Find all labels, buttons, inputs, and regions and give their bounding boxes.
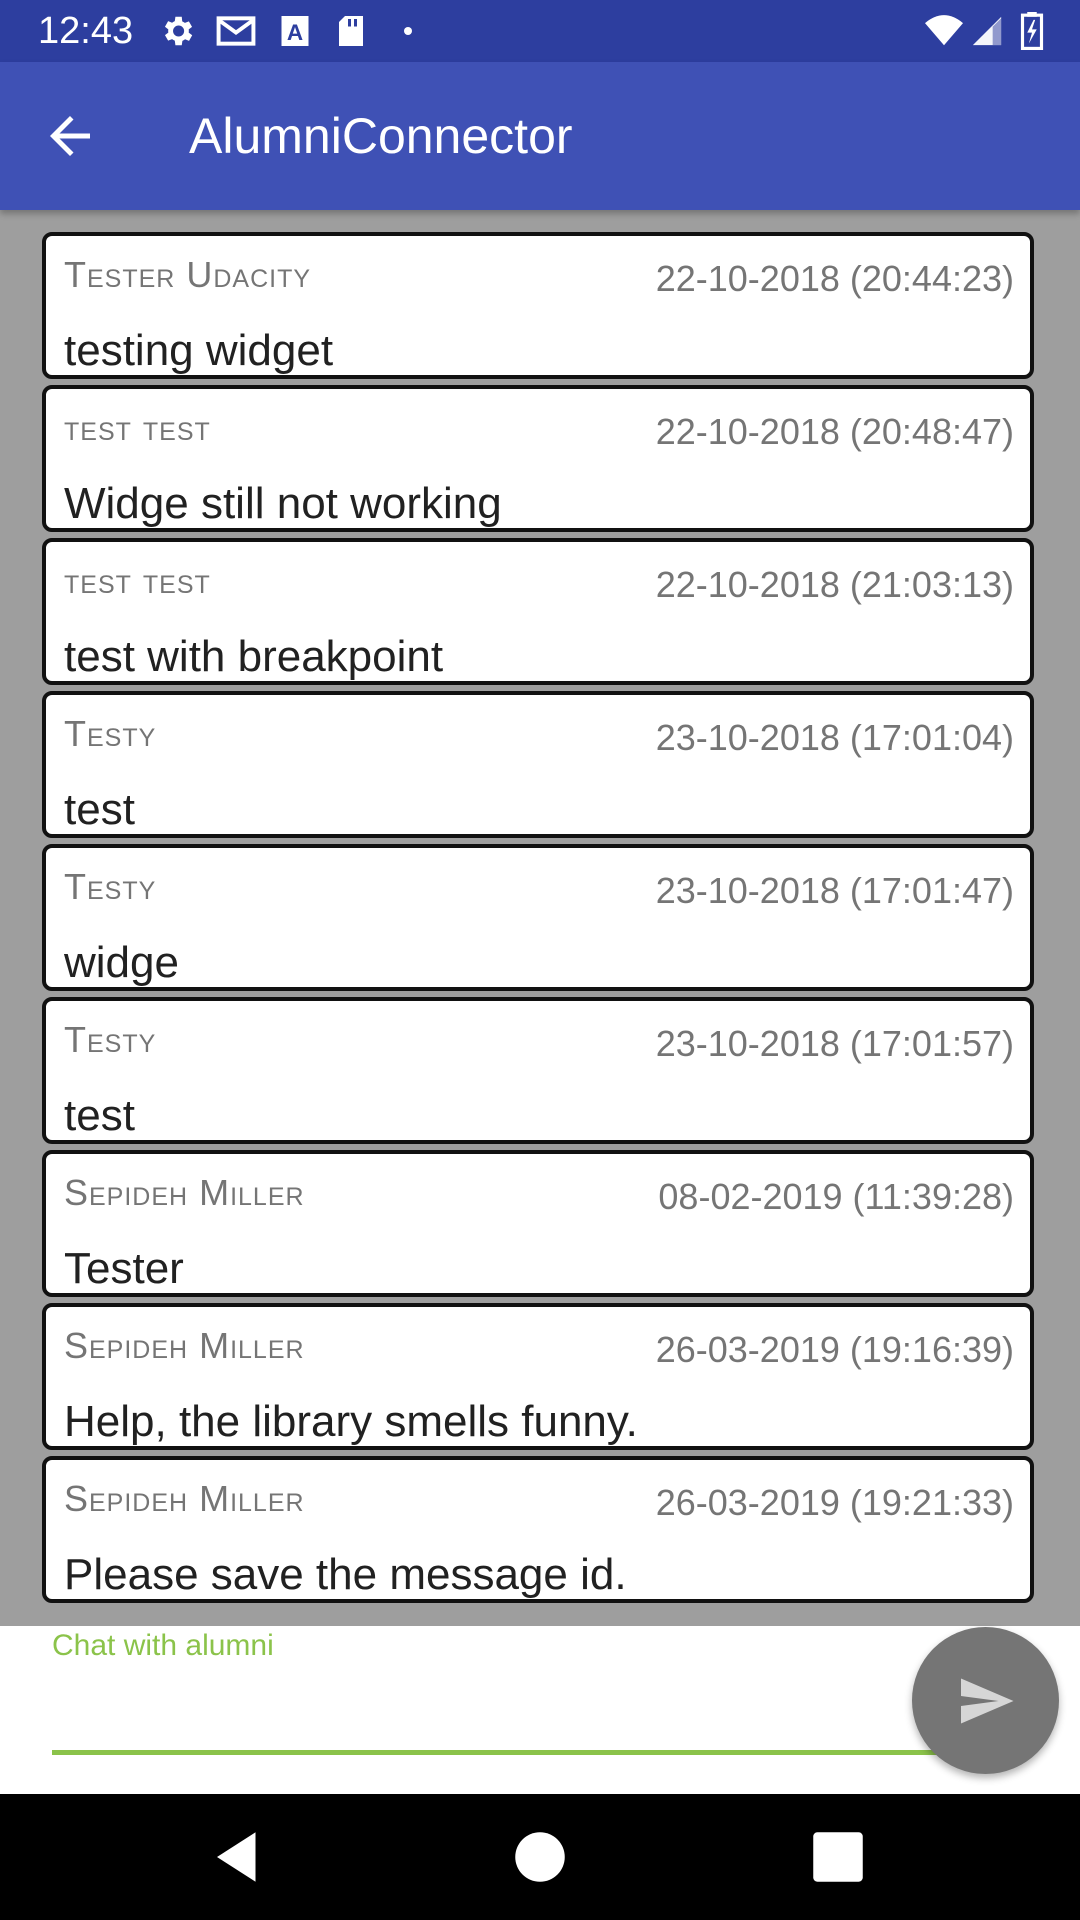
message-text: Help, the library smells funny. [64, 1397, 638, 1446]
message-author: Sepideh Miller [64, 1478, 305, 1519]
message-card[interactable]: Tester Udacity 22-10-2018 (20:44:23) tes… [42, 232, 1034, 379]
dot-icon [404, 27, 412, 35]
message-timestamp: 26-03-2019 (19:21:33) [655, 1482, 1014, 1523]
app-bar: AlumniConnector [0, 62, 1080, 210]
status-bar: 12:43 A [0, 0, 1080, 62]
message-timestamp: 23-10-2018 (17:01:57) [655, 1023, 1014, 1064]
message-text: testing widget [64, 326, 334, 375]
nav-recents-icon[interactable] [805, 1824, 871, 1890]
message-author: Sepideh Miller [64, 1172, 305, 1213]
message-timestamp: 26-03-2019 (19:16:39) [655, 1329, 1014, 1370]
message-text: Tester [64, 1244, 184, 1293]
font-a-icon: A [281, 16, 309, 46]
message-timestamp: 23-10-2018 (17:01:47) [655, 870, 1014, 911]
message-text: Please save the message id. [64, 1550, 627, 1599]
message-card[interactable]: test test 22-10-2018 (20:48:47) Widge st… [42, 385, 1034, 532]
message-timestamp: 22-10-2018 (21:03:13) [655, 564, 1014, 605]
message-timestamp: 08-02-2019 (11:39:28) [658, 1176, 1014, 1217]
message-timestamp: 22-10-2018 (20:44:23) [655, 258, 1014, 299]
navigation-bar [0, 1794, 1080, 1920]
settings-icon [164, 16, 193, 46]
message-author: Sepideh Miller [64, 1325, 305, 1366]
svg-text:A: A [287, 20, 303, 45]
chat-input[interactable] [52, 1670, 932, 1740]
message-card[interactable]: test test 22-10-2018 (21:03:13) test wit… [42, 538, 1034, 685]
message-author: Testy [64, 713, 157, 754]
message-text: test [64, 785, 135, 834]
message-author: Tester Udacity [64, 254, 312, 295]
sd-card-icon [339, 16, 363, 46]
nav-back-icon[interactable] [206, 1824, 272, 1890]
message-card[interactable]: Testy 23-10-2018 (17:01:04) test [42, 691, 1034, 838]
gmail-icon [216, 16, 256, 46]
arrow-back-icon[interactable] [40, 106, 100, 166]
message-timestamp: 22-10-2018 (20:48:47) [655, 411, 1014, 452]
message-text: Widge still not working [64, 479, 502, 528]
screen: 12:43 A AlumniConnector Tester Udacity 2… [0, 0, 1080, 1920]
message-card[interactable]: Sepideh Miller 08-02-2019 (11:39:28) Tes… [42, 1150, 1034, 1297]
message-author: test test [64, 407, 211, 448]
status-time: 12:43 [38, 10, 134, 52]
chat-input-underline [52, 1750, 940, 1755]
message-card[interactable]: Testy 23-10-2018 (17:01:47) widge [42, 844, 1034, 991]
send-button[interactable] [912, 1627, 1059, 1774]
wifi-icon [925, 15, 963, 46]
message-author: test test [64, 560, 211, 601]
battery-icon [1020, 12, 1044, 50]
app-title: AlumniConnector [189, 108, 573, 164]
message-card[interactable]: Sepideh Miller 26-03-2019 (19:16:39) Hel… [42, 1303, 1034, 1450]
message-timestamp: 23-10-2018 (17:01:04) [655, 717, 1014, 758]
message-author: Testy [64, 1019, 157, 1060]
message-card[interactable]: Sepideh Miller 26-03-2019 (19:21:33) Ple… [42, 1456, 1034, 1603]
message-text: widge [64, 938, 179, 987]
signal-icon [972, 16, 1002, 46]
send-icon [961, 1678, 1014, 1724]
message-list[interactable]: Tester Udacity 22-10-2018 (20:44:23) tes… [0, 210, 1080, 1626]
message-text: test with breakpoint [64, 632, 444, 681]
message-author: Testy [64, 866, 157, 907]
nav-home-icon[interactable] [507, 1824, 573, 1890]
message-text: test [64, 1091, 135, 1140]
message-card[interactable]: Testy 23-10-2018 (17:01:57) test [42, 997, 1034, 1144]
chat-input-label: Chat with alumni [52, 1629, 274, 1662]
